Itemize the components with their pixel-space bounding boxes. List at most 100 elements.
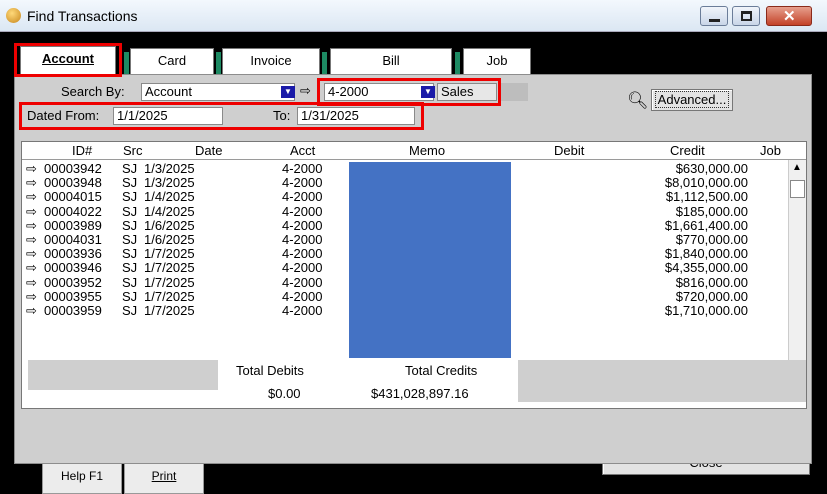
tab-job[interactable]: Job [463,48,531,74]
highlight-tab-account [14,43,122,77]
cell-credit: $720,000.00 [675,288,748,304]
app-icon [6,8,21,23]
cell-date: 1/4/2025 [144,203,195,219]
search-panel: Search By: Account ▼ ⇨ 4-2000 ▼ Sales Da… [14,74,812,464]
cell-credit: $185,000.00 [675,203,748,219]
scroll-up-icon[interactable]: ▲ [792,162,802,173]
totals-filler [518,360,806,402]
cell-id: 00003955 [44,288,102,304]
cell-date: 1/6/2025 [144,232,195,247]
column-header-date[interactable]: Date [195,143,222,158]
tab-label: Card [157,53,187,68]
cell-credit: $770,000.00 [675,232,748,247]
total-debits-value: $0.00 [268,386,301,401]
column-header-src[interactable]: Src [123,143,143,158]
cell-date: 1/7/2025 [144,288,195,304]
tab-card[interactable]: Card [130,48,214,74]
cell-src: SJ [122,232,138,247]
memo-redaction [349,162,511,358]
transactions-table[interactable]: ID# Src Date Acct Memo Debit Credit Job … [21,141,807,409]
column-header-job[interactable]: Job [760,143,781,158]
cell-id: 00004022 [44,203,102,219]
row-arrow-icon: ⇨ [26,203,37,219]
cell-credit: $1,112,500.00 [665,189,748,205]
row-arrow-icon: ⇨ [26,161,37,176]
cell-date: 1/4/2025 [144,189,195,205]
window-title: Find Transactions [27,8,138,24]
cell-src: SJ [122,161,138,176]
row-arrow-icon: ⇨ [26,274,37,290]
cell-acct: 4-2000 [282,246,323,262]
row-arrow-icon: ⇨ [26,175,37,191]
close-window-button[interactable]: ✕ [766,6,812,26]
cell-credit: $630,000.00 [675,161,748,176]
window-body: Account Card Invoice Bill Job Search By:… [0,32,827,494]
total-credits-value: $431,028,897.16 [371,386,469,401]
row-arrow-icon: ⇨ [26,288,37,304]
totals-area: Total Debits Total Credits $0.00 $431,02… [22,360,806,408]
cell-acct: 4-2000 [282,189,323,205]
cell-date: 1/7/2025 [144,274,195,290]
cell-acct: 4-2000 [282,232,323,247]
search-by-value: Account [145,84,192,99]
row-arrow-icon: ⇨ [26,217,37,233]
maximize-icon [741,11,752,21]
cell-date: 1/7/2025 [144,260,195,276]
row-arrow-icon: ⇨ [26,232,37,247]
cell-date: 1/6/2025 [144,217,195,233]
scroll-thumb[interactable] [790,180,805,198]
tab-bill[interactable]: Bill [330,48,452,74]
row-arrow-icon: ⇨ [26,246,37,262]
minimize-button[interactable] [700,6,728,26]
table-header: ID# Src Date Acct Memo Debit Credit Job [22,142,806,160]
tab-label: Invoice [250,53,292,68]
maximize-button[interactable] [732,6,760,26]
cell-src: SJ [122,260,138,276]
tab-label: Bill [382,53,400,68]
column-header-acct[interactable]: Acct [290,143,315,158]
cell-id: 00004031 [44,232,102,247]
cell-src: SJ [122,175,138,191]
cell-src: SJ [122,189,138,205]
account-spacer [498,83,528,101]
cell-id: 00003948 [44,175,102,191]
cell-credit: $1,661,400.00 [664,217,748,233]
cell-id: 00003959 [44,303,102,318]
column-header-debit[interactable]: Debit [554,143,584,158]
cell-id: 00003936 [44,246,102,262]
column-header-credit[interactable]: Credit [670,143,705,158]
search-by-label: Search By: [61,84,125,99]
tab-separator [322,52,327,74]
cell-src: SJ [122,274,138,290]
search-by-select[interactable]: Account [141,83,295,101]
cell-acct: 4-2000 [282,260,323,276]
tab-separator [124,52,129,74]
cell-credit: $8,010,000.00 [664,175,748,191]
cell-src: SJ [122,303,138,318]
cell-acct: 4-2000 [282,203,323,219]
cell-src: SJ [122,217,138,233]
cell-acct: 4-2000 [282,175,323,191]
cell-id: 00003946 [44,260,102,276]
search-icon: 🔍︎ [627,91,649,110]
help-label: Help F1 [60,469,104,483]
row-arrow-icon: ⇨ [26,260,37,276]
column-header-memo[interactable]: Memo [409,143,445,158]
cell-id: 00003942 [44,161,102,176]
total-debits-label: Total Debits [236,363,304,378]
cell-id: 00003989 [44,217,102,233]
tab-separator [455,52,460,74]
chevron-down-icon[interactable]: ▼ [281,86,295,98]
row-arrow-icon: ⇨ [26,189,37,205]
advanced-button[interactable]: Advanced... [651,89,733,111]
minimize-icon [709,19,720,22]
tab-invoice[interactable]: Invoice [222,48,320,74]
column-header-id[interactable]: ID# [72,143,92,158]
cell-src: SJ [122,203,138,219]
vertical-scrollbar[interactable]: ▲ [788,160,806,360]
cell-id: 00004015 [44,189,102,205]
cell-acct: 4-2000 [282,274,323,290]
cell-src: SJ [122,246,138,262]
cell-acct: 4-2000 [282,217,323,233]
totals-filler [28,360,218,390]
